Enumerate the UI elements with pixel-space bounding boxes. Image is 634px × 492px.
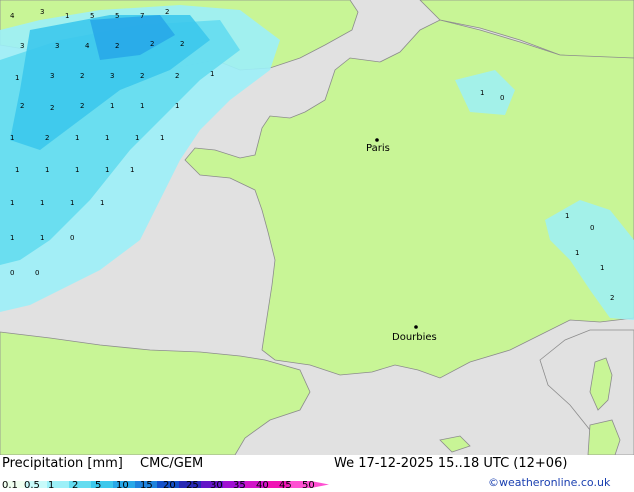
svg-text:0: 0	[70, 234, 74, 242]
svg-text:1: 1	[10, 134, 14, 142]
svg-text:3: 3	[110, 72, 114, 80]
svg-text:1: 1	[175, 102, 179, 110]
svg-text:2: 2	[20, 102, 24, 110]
colorbar-label-1: 1	[48, 480, 55, 491]
colorbar-label-30: 30	[210, 480, 223, 491]
colorbar-label-35: 35	[233, 480, 246, 491]
svg-text:2: 2	[115, 42, 119, 50]
city-label-dourbies: Dourbies	[392, 332, 437, 343]
svg-text:1: 1	[105, 166, 109, 174]
svg-text:3: 3	[50, 72, 54, 80]
svg-text:3: 3	[20, 42, 24, 50]
svg-text:1: 1	[575, 249, 579, 257]
svg-text:1: 1	[480, 89, 484, 97]
svg-text:2: 2	[140, 72, 144, 80]
svg-text:1: 1	[160, 134, 164, 142]
svg-text:0: 0	[35, 269, 39, 277]
colorbar-label-20: 20	[163, 480, 176, 491]
paris-marker	[375, 138, 379, 142]
svg-text:1: 1	[75, 134, 79, 142]
svg-text:0: 0	[10, 269, 14, 277]
colorbar-label-15: 15	[140, 480, 153, 491]
svg-text:7: 7	[140, 12, 144, 20]
model-name: CMC/GEM	[140, 456, 204, 471]
svg-text:1: 1	[10, 199, 14, 207]
precipitation-title: Precipitation [mm]	[2, 456, 123, 471]
svg-text:1: 1	[15, 166, 19, 174]
city-label-paris: Paris	[366, 143, 390, 154]
svg-text:1: 1	[40, 199, 44, 207]
svg-text:2: 2	[180, 40, 184, 48]
svg-text:2: 2	[80, 72, 84, 80]
svg-text:2: 2	[165, 8, 169, 16]
svg-text:1: 1	[65, 12, 69, 20]
svg-text:1: 1	[140, 102, 144, 110]
colorbar-label-50: 50	[302, 480, 315, 491]
svg-text:2: 2	[610, 294, 614, 302]
svg-text:1: 1	[70, 199, 74, 207]
svg-text:4: 4	[10, 12, 15, 20]
svg-text:4: 4	[85, 42, 90, 50]
svg-text:1: 1	[45, 166, 49, 174]
svg-text:0: 0	[500, 94, 504, 102]
svg-text:3: 3	[55, 42, 59, 50]
svg-text:1: 1	[565, 212, 569, 220]
colorbar-label-40: 40	[256, 480, 269, 491]
colorbar-label-0.1: 0.1	[2, 480, 18, 491]
colorbar-label-45: 45	[279, 480, 292, 491]
svg-text:0: 0	[590, 224, 594, 232]
colorbar-label-10: 10	[116, 480, 129, 491]
colorbar	[3, 473, 329, 488]
svg-text:3: 3	[40, 8, 44, 16]
valid-time: We 17-12-2025 15..18 UTC (12+06)	[334, 456, 568, 471]
colorbar-label-25: 25	[186, 480, 199, 491]
weatheronline-credit[interactable]: ©weatheronline.co.uk	[488, 476, 610, 489]
colorbar-label-5: 5	[95, 480, 102, 491]
svg-text:1: 1	[135, 134, 139, 142]
svg-text:2: 2	[150, 40, 154, 48]
colorbar-label-0.5: 0.5	[24, 480, 40, 491]
svg-text:1: 1	[10, 234, 14, 242]
map-footer: Precipitation [mm] CMC/GEM We 17-12-2025…	[0, 455, 634, 491]
svg-text:1: 1	[600, 264, 604, 272]
svg-text:1: 1	[75, 166, 79, 174]
svg-text:2: 2	[175, 72, 179, 80]
svg-text:1: 1	[110, 102, 114, 110]
svg-text:2: 2	[45, 134, 49, 142]
dourbies-marker	[414, 325, 418, 329]
svg-text:5: 5	[115, 12, 119, 20]
svg-text:5: 5	[90, 12, 94, 20]
svg-text:1: 1	[105, 134, 109, 142]
svg-text:2: 2	[50, 104, 54, 112]
colorbar-label-2: 2	[72, 480, 79, 491]
svg-text:1: 1	[15, 74, 19, 82]
svg-text:1: 1	[130, 166, 134, 174]
precipitation-map: 4 3 1 5 5 7 2 3 3 4 2 2 2 1 3 2 3 2 2 1 2 2 2 1 1 1 1 2 1 1 1 1 1 1 1…	[0, 0, 634, 455]
svg-text:1: 1	[210, 70, 214, 78]
svg-text:2: 2	[80, 102, 84, 110]
svg-text:1: 1	[40, 234, 44, 242]
svg-text:1: 1	[100, 199, 104, 207]
